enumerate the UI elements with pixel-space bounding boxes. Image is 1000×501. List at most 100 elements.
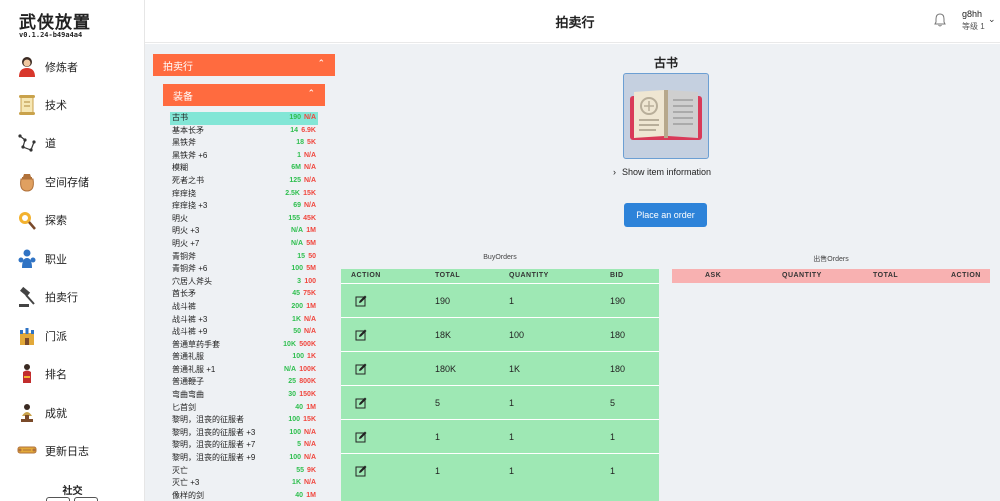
social-button-1[interactable] <box>46 497 70 501</box>
item-row[interactable]: 青铜斧 +6 100 5M <box>170 263 318 276</box>
explore-icon <box>16 209 38 231</box>
item-row[interactable]: 古书 190 N/A <box>170 112 318 125</box>
sell-orders-table: ASK QUANTITY TOTAL ACTION <box>672 269 990 283</box>
user-name[interactable]: g8hh <box>962 9 982 19</box>
item-row[interactable]: 黑铁斧 18 5K <box>170 137 318 150</box>
show-item-info-toggle[interactable]: › Show item information <box>613 167 711 177</box>
item-bid: N/A <box>290 227 303 235</box>
sidebar-item-achievement[interactable]: 成就 <box>16 399 141 427</box>
sidebar-item-storage[interactable]: 空间存储 <box>16 168 141 196</box>
item-row[interactable]: 黎明，沮丧的征服者 +7 5 N/A <box>170 439 318 452</box>
item-bid: 100 <box>289 454 301 462</box>
item-row[interactable]: 黎明，沮丧的征服者 100 15K <box>170 414 318 427</box>
item-name: 死者之书 <box>172 175 204 185</box>
item-bid: 50 <box>293 328 301 336</box>
item-row[interactable]: 像样的剑 40 1M <box>170 490 318 501</box>
item-row[interactable]: 灭亡 55 9K <box>170 465 318 478</box>
main-content: 拍卖行 ⌃ 装备 ⌃ 古书 190 N/A 基本长矛 14 6.9K 黑铁斧 18 5K 黑铁斧 … <box>145 44 1000 501</box>
auction-panel-toggle[interactable]: 拍卖行 ⌃ <box>153 54 335 76</box>
edit-icon[interactable] <box>355 295 367 307</box>
item-ask: 1M <box>306 491 316 499</box>
order-total: 1 <box>435 466 441 476</box>
sidebar-item-technique[interactable]: 技术 <box>16 91 141 119</box>
item-bid: 40 <box>295 491 303 499</box>
item-row[interactable]: 穴居人斧头 3 100 <box>170 276 318 289</box>
item-row[interactable]: 明火 155 45K <box>170 213 318 226</box>
equipment-panel-toggle[interactable]: 装备 ⌃ <box>163 84 325 106</box>
sidebar-item-explore[interactable]: 探索 <box>16 206 141 234</box>
column-header: QUANTITY <box>509 272 549 279</box>
table-row: 180K 1K 180 <box>341 351 659 385</box>
item-row[interactable]: 死者之书 125 N/A <box>170 175 318 188</box>
item-bid: N/A <box>283 365 296 373</box>
item-ask: 100K <box>299 365 316 373</box>
item-bid: 100 <box>288 416 300 424</box>
item-row[interactable]: 明火 +7 N/A 5M <box>170 238 318 251</box>
bell-icon[interactable] <box>934 13 946 27</box>
castle-icon <box>16 325 38 347</box>
item-row[interactable]: 普通草药手套 10K 500K <box>170 339 318 352</box>
item-row[interactable]: 黎明，沮丧的征服者 +3 100 N/A <box>170 427 318 440</box>
edit-icon[interactable] <box>355 431 367 443</box>
item-row[interactable]: 战斗裤 +3 1K N/A <box>170 314 318 327</box>
item-row[interactable]: 明火 +3 N/A 1M <box>170 225 318 238</box>
item-name: 黎明，沮丧的征服者 <box>172 415 244 425</box>
sidebar-item-dao[interactable]: 道 <box>16 129 141 157</box>
gavel-icon <box>16 286 38 308</box>
item-row[interactable]: 战斗裤 +9 50 N/A <box>170 326 318 339</box>
item-bid: 1K <box>292 315 301 323</box>
item-name: 战斗裤 +3 <box>172 314 208 324</box>
item-row[interactable]: 基本长矛 14 6.9K <box>170 125 318 138</box>
sidebar-item-cultivator[interactable]: 修炼者 <box>16 53 141 81</box>
item-row[interactable]: 青铜斧 15 50 <box>170 251 318 264</box>
item-ask: 45K <box>303 214 316 222</box>
item-ask: 500K <box>299 340 316 348</box>
item-row[interactable]: 普通礼服 +1 N/A 100K <box>170 364 318 377</box>
order-quantity: 1 <box>509 432 515 442</box>
sidebar-item-changelog[interactable]: 更新日志 <box>16 437 141 465</box>
sidebar-item-sect[interactable]: 门派 <box>16 322 141 350</box>
item-row[interactable]: 黑铁斧 +6 1 N/A <box>170 150 318 163</box>
item-name: 灭亡 +3 <box>172 478 200 488</box>
edit-icon[interactable] <box>355 465 367 477</box>
item-row[interactable]: 弯曲弯曲 30 150K <box>170 389 318 402</box>
item-row[interactable]: 黎明，沮丧的征服者 +9 100 N/A <box>170 452 318 465</box>
sidebar-item-ranking[interactable]: 排名 <box>16 360 141 388</box>
order-quantity: 1K <box>509 364 521 374</box>
item-name: 模糊 <box>172 163 188 173</box>
column-header: QUANTITY <box>782 272 822 279</box>
sidebar-item-profession[interactable]: 职业 <box>16 245 141 273</box>
page-title: 拍卖行 <box>555 15 595 30</box>
item-row[interactable]: 匕首剑 40 1M <box>170 402 318 415</box>
item-name: 普通鞭子 <box>172 377 204 387</box>
item-name: 黎明，沮丧的征服者 +7 <box>172 440 256 450</box>
chevron-down-icon[interactable]: ⌄ <box>988 14 996 25</box>
column-header: ACTION <box>951 272 981 279</box>
item-row[interactable]: 普通鞭子 25 800K <box>170 376 318 389</box>
top-header: 拍卖行 g8hh 等级 1 ⌄ <box>145 0 1000 43</box>
order-quantity: 1 <box>509 296 515 306</box>
item-row[interactable]: 痒痒挠 +3 69 N/A <box>170 200 318 213</box>
item-row[interactable]: 战斗裤 200 1M <box>170 301 318 314</box>
item-name: 黑铁斧 <box>172 138 196 148</box>
item-ask: 9K <box>307 466 316 474</box>
edit-icon[interactable] <box>355 329 367 341</box>
item-bid: 125 <box>289 176 301 184</box>
item-bid: 100 <box>291 265 303 273</box>
item-row[interactable]: 酋长矛 45 75K <box>170 288 318 301</box>
item-ask: 1M <box>306 403 316 411</box>
item-row[interactable]: 灭亡 +3 1K N/A <box>170 477 318 490</box>
item-ask: N/A <box>303 315 316 323</box>
item-bid: 69 <box>293 202 301 210</box>
item-row[interactable]: 普通礼服 100 1K <box>170 351 318 364</box>
edit-icon[interactable] <box>355 397 367 409</box>
order-total: 5 <box>435 398 441 408</box>
sidebar-item-auction[interactable]: 拍卖行 <box>16 283 141 311</box>
place-order-button[interactable]: Place an order <box>624 203 707 227</box>
social-button-2[interactable] <box>74 497 98 501</box>
edit-icon[interactable] <box>355 363 367 375</box>
item-row[interactable]: 模糊 6M N/A <box>170 162 318 175</box>
item-name: 普通礼服 +1 <box>172 364 216 374</box>
item-ask: N/A <box>303 479 316 487</box>
item-row[interactable]: 痒痒挠 2.5K 15K <box>170 188 318 201</box>
